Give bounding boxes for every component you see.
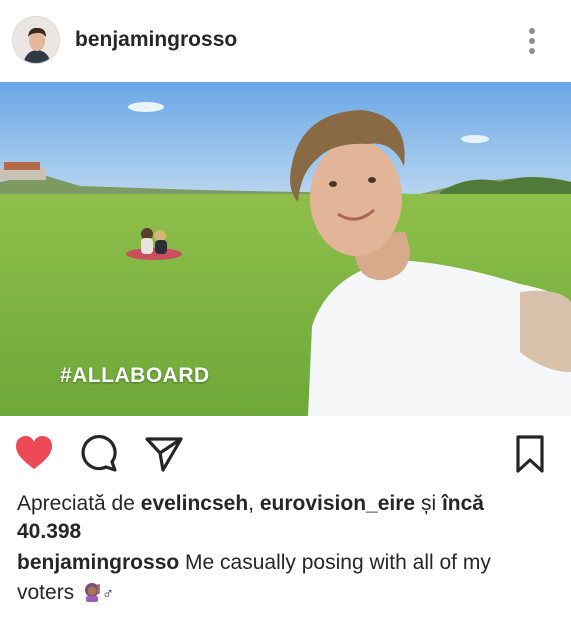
liked-by-user[interactable]: eurovision_eire: [260, 492, 415, 515]
send-icon[interactable]: [144, 434, 184, 474]
post-image[interactable]: #ALLABOARD: [0, 82, 571, 416]
likes-count[interactable]: 40.398: [17, 520, 81, 543]
post-caption: benjamingrosso Me casually posing with a…: [17, 548, 547, 610]
likes-separator: ,: [248, 492, 255, 515]
likes-more-label[interactable]: încă: [442, 492, 484, 515]
action-bar: [0, 428, 571, 478]
likes-summary: Apreciată de evelincseh, eurovision_eire…: [17, 490, 537, 546]
more-vertical-icon[interactable]: [520, 22, 544, 60]
avatar[interactable]: [12, 16, 60, 64]
caption-username[interactable]: benjamingrosso: [17, 551, 179, 574]
woman-raising-hand-emoji-icon: [82, 581, 102, 602]
post-username[interactable]: benjamingrosso: [75, 28, 237, 52]
image-overlay-hashtag: #ALLABOARD: [60, 364, 210, 387]
liked-by-user[interactable]: evelincseh: [141, 492, 248, 515]
bookmark-icon[interactable]: [510, 434, 550, 474]
male-sign: ♂: [102, 586, 115, 603]
post-header: benjamingrosso: [0, 0, 571, 82]
likes-conjunction: și: [420, 492, 437, 515]
avatar-image: [13, 17, 59, 63]
heart-icon[interactable]: [14, 434, 54, 474]
likes-prefix: Apreciată de: [17, 492, 135, 515]
comment-icon[interactable]: [80, 434, 120, 474]
